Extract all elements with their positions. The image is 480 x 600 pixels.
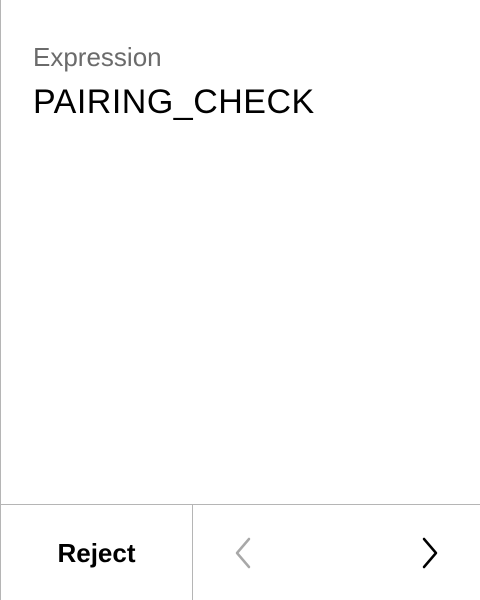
navigation-area xyxy=(193,505,480,600)
chevron-left-icon xyxy=(235,537,251,569)
reject-button[interactable]: Reject xyxy=(1,505,193,600)
field-value: PAIRING_CHECK xyxy=(33,83,315,121)
field-label: Expression xyxy=(33,42,162,72)
screen: Expression PAIRING_CHECK Reject xyxy=(0,0,480,600)
chevron-right-icon xyxy=(422,537,438,569)
field-section: Expression PAIRING_CHECK xyxy=(33,40,460,124)
previous-button[interactable] xyxy=(213,505,273,600)
next-button[interactable] xyxy=(400,505,460,600)
reject-button-label: Reject xyxy=(57,537,136,568)
footer-bar: Reject xyxy=(1,504,480,600)
